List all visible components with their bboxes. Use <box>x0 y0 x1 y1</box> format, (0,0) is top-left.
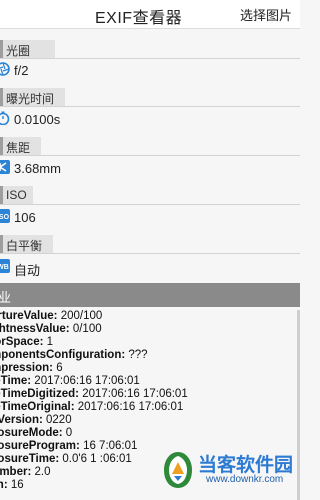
focal-length-row: 3.68mm <box>0 157 300 179</box>
exif-detail-line: xifVersion: 0220 <box>0 414 300 427</box>
exposure-time-value: 0.0100s <box>14 112 61 127</box>
divider <box>0 155 300 156</box>
exif-key: ash: <box>0 479 8 491</box>
exif-value: 0220 <box>46 414 72 426</box>
timer-icon <box>0 111 10 125</box>
white-balance-value: 自动 <box>14 263 41 278</box>
exif-detail-line: ateTime: 2017:06:16 17:06:01 <box>0 375 300 388</box>
exif-detail-line: pertureValue: 200/100 <box>0 310 300 323</box>
section-header-aperture: 光圈 <box>0 40 55 58</box>
exif-value: 0/100 <box>72 323 102 335</box>
aperture-label: 光圈 <box>6 44 31 58</box>
exif-detail-line: omponentsConfiguration: ??? <box>0 349 300 362</box>
exif-value: ??? <box>128 349 148 361</box>
iso-row: ISO 106 <box>0 206 300 228</box>
exif-detail-line: olorSpace: 1 <box>0 336 300 349</box>
section-header-focal-length: 焦距 <box>0 137 41 155</box>
divider <box>0 253 300 254</box>
exif-key: pertureValue: <box>0 310 58 322</box>
watermark-url: www.downkr.com <box>206 474 284 485</box>
exif-value: 6 <box>56 362 63 374</box>
exif-value: 2.0 <box>34 466 51 478</box>
iso-label: ISO <box>6 188 27 202</box>
exif-viewer-screen: EXIF查看器 选择图片 光圈 f/2 曝光时间 0.0100s 焦距 3.68… <box>0 0 300 500</box>
exif-value: 2017:06:16 17:06:01 <box>34 375 140 387</box>
exposure-time-label: 曝光时间 <box>6 92 55 106</box>
white-balance-label: 白平衡 <box>6 239 43 253</box>
exif-key: xposureTime: <box>0 453 60 465</box>
focal-length-icon <box>0 160 10 174</box>
exif-value: 1 <box>46 336 54 348</box>
exif-detail-line: ateTimeDigitized: 2017:06:16 17:06:01 <box>0 388 300 401</box>
divider <box>0 204 300 205</box>
exif-value: 0.0'6 1 :06:01 <box>62 453 132 465</box>
app-bar: EXIF查看器 选择图片 <box>0 0 300 29</box>
professional-section-label: 业 <box>0 290 12 305</box>
app-title: EXIF查看器 <box>95 10 183 27</box>
exif-key: olorSpace: <box>0 336 44 348</box>
exif-detail-line: ompression: 6 <box>0 362 300 375</box>
select-image-button[interactable]: 选择图片 <box>240 5 292 24</box>
exif-value: 2017:06:16 17:06:01 <box>82 388 188 400</box>
svg-text:ISO: ISO <box>0 214 10 221</box>
exif-value: 16 7:06:01 <box>83 440 138 452</box>
site-watermark: 当客软件园 www.downkr.com <box>162 448 294 494</box>
exif-value: 200/100 <box>60 310 103 322</box>
exif-key: ateTime: <box>0 375 32 387</box>
section-header-exposure-time: 曝光时间 <box>0 88 65 106</box>
aperture-value: f/2 <box>14 63 29 78</box>
exif-value: 16 <box>10 479 24 491</box>
exif-key: omponentsConfiguration: <box>0 349 126 361</box>
exif-detail-line: xposureMode: 0 <box>0 427 300 440</box>
section-header-iso: ISO <box>0 186 33 204</box>
white-balance-icon: WB <box>0 259 10 273</box>
exif-detail-line: ateTimeOriginal: 2017:06:16 17:06:01 <box>0 401 300 414</box>
section-header-white-balance: 白平衡 <box>0 235 53 253</box>
downkr-logo-icon <box>164 452 192 488</box>
svg-text:WB: WB <box>0 264 9 271</box>
iso-value: 106 <box>14 210 36 225</box>
exif-key: xifVersion: <box>0 414 43 426</box>
exif-detail-line: rightnessValue: 0/100 <box>0 323 300 336</box>
exif-key: Number: <box>0 466 32 478</box>
focal-length-value: 3.68mm <box>14 161 61 176</box>
aperture-row: f/2 <box>0 59 300 81</box>
exif-value: 2017:06:16 17:06:01 <box>77 401 184 413</box>
exif-value: 0 <box>65 427 73 439</box>
focal-length-label: 焦距 <box>6 141 31 155</box>
professional-section-bar[interactable]: 业 <box>0 283 300 307</box>
exif-key: rightnessValue: <box>0 323 70 335</box>
scrollbar[interactable] <box>297 310 300 500</box>
exif-key: ompression: <box>0 362 54 374</box>
divider <box>0 106 300 107</box>
exposure-time-row: 0.0100s <box>0 108 300 130</box>
iso-icon: ISO <box>0 209 10 223</box>
exif-key: xposureProgram: <box>0 440 80 452</box>
watermark-title: 当客软件园 <box>198 455 294 476</box>
exif-key: ateTimeOriginal: <box>0 401 75 413</box>
exif-key: ateTimeDigitized: <box>0 388 79 400</box>
exif-key: xposureMode: <box>0 427 63 439</box>
white-balance-row: WB 自动 <box>0 256 300 278</box>
aperture-icon <box>0 62 10 76</box>
